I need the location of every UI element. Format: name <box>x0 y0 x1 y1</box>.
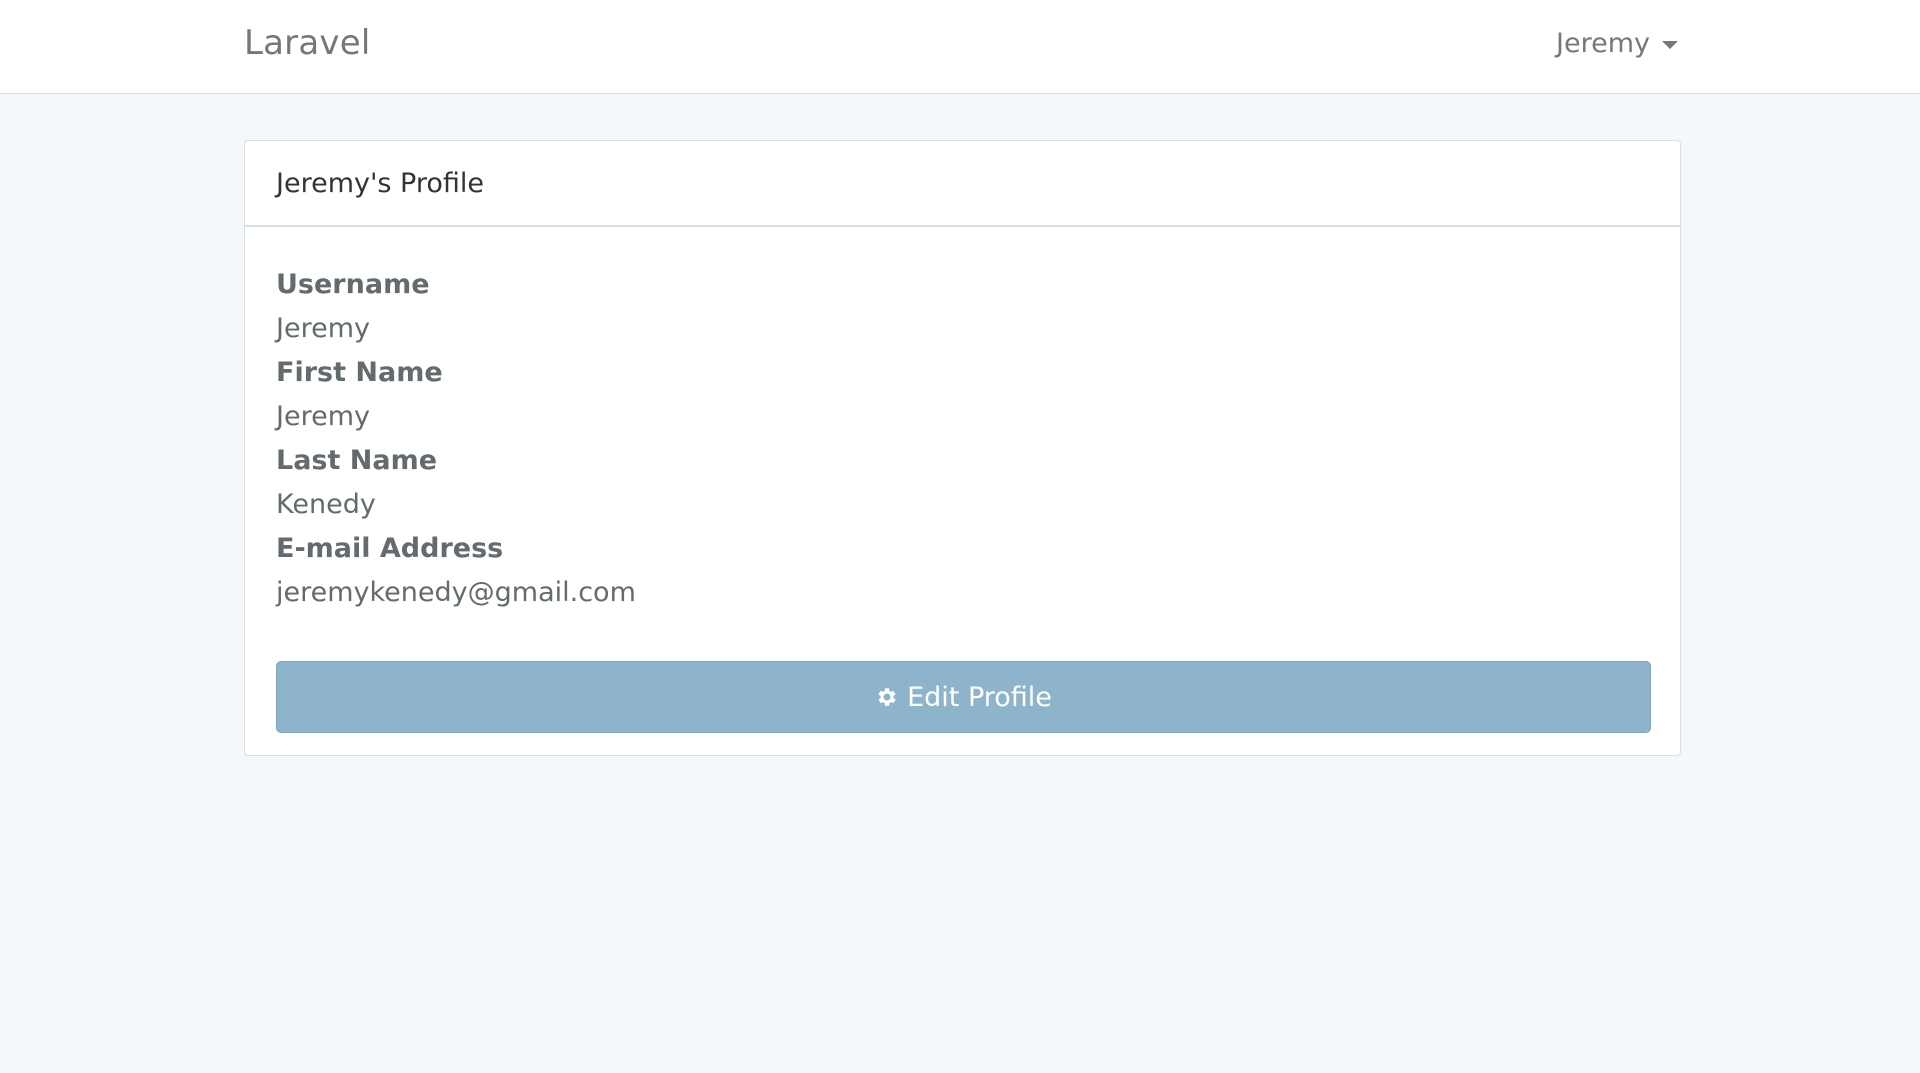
edit-profile-button[interactable]: Edit Profile <box>276 661 1651 733</box>
username-value: Jeremy <box>276 313 370 344</box>
last-name-label: Last Name <box>276 445 438 476</box>
user-dropdown[interactable]: Jeremy <box>1556 26 1678 62</box>
profile-fields: Username Jeremy First Name Jeremy Last N… <box>276 227 1649 615</box>
panel-body: Username Jeremy First Name Jeremy Last N… <box>245 227 1680 733</box>
profile-panel: Jeremy's Profile Username Jeremy First N… <box>244 140 1681 756</box>
first-name-label: First Name <box>276 357 443 388</box>
first-name-value: Jeremy <box>276 401 370 432</box>
top-navbar: Laravel Jeremy <box>0 0 1920 94</box>
panel-title: Jeremy's Profile <box>245 141 1680 227</box>
username-label: Username <box>276 269 430 300</box>
email-label: E-mail Address <box>276 533 504 564</box>
edit-profile-label: Edit Profile <box>907 681 1052 713</box>
brand-link[interactable]: Laravel <box>244 22 370 64</box>
email-value: jeremykenedy@gmail.com <box>276 577 636 608</box>
gear-icon <box>878 688 896 706</box>
last-name-value: Kenedy <box>276 489 376 520</box>
user-name: Jeremy <box>1556 28 1650 59</box>
caret-down-icon <box>1661 41 1678 49</box>
